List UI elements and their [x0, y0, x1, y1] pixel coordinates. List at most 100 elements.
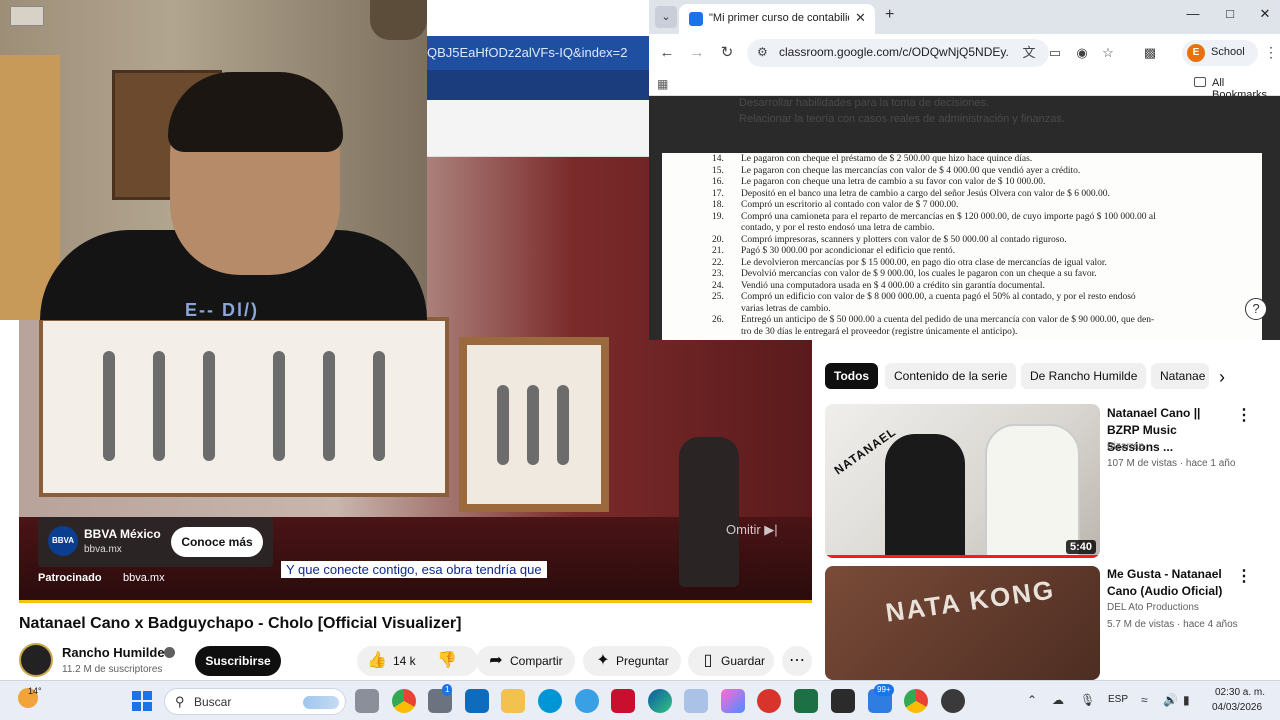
file-explorer-icon[interactable]: [501, 689, 525, 713]
help-icon[interactable]: ?: [1245, 298, 1267, 320]
suggestion-channel[interactable]: DEL Ato Productions: [1107, 602, 1199, 613]
task-view-icon[interactable]: [355, 689, 379, 713]
suggestion-channel[interactable]: Bizarrap: [1107, 441, 1144, 452]
edge-icon[interactable]: [648, 689, 672, 713]
document-item-number: 23.: [712, 269, 724, 279]
youtube-url-text: QBJ5EaHfODz2alVFs-IQ&index=2: [427, 45, 628, 60]
more-actions-button[interactable]: ⋯: [782, 646, 812, 676]
ask-button[interactable]: ✦ Preguntar: [583, 646, 681, 676]
address-bar[interactable]: ⚙ classroom.google.com/c/ODQwNjQ5NDEy...: [747, 39, 1049, 67]
capcut-icon[interactable]: [831, 689, 855, 713]
back-icon[interactable]: ←: [657, 43, 677, 63]
bookmark-star-icon[interactable]: ☆: [1100, 45, 1116, 61]
tab-search-chevron-icon[interactable]: ⌄: [655, 6, 677, 28]
windows-start-icon[interactable]: [132, 691, 152, 711]
chip-rancho-humilde[interactable]: De Rancho Humilde: [1021, 363, 1147, 389]
copilot-icon[interactable]: [721, 689, 745, 713]
microphone-icon[interactable]: 🎙: [1080, 693, 1095, 707]
clock-time[interactable]: 02:30 a. m.: [1215, 687, 1265, 698]
ad-url: bbva.mx: [84, 544, 122, 555]
install-app-icon[interactable]: ▭: [1047, 45, 1063, 61]
save-label: Guardar: [721, 654, 766, 668]
outlook-icon[interactable]: [465, 689, 489, 713]
suggestion-menu-icon[interactable]: ⋮: [1236, 566, 1252, 586]
webcam-overlay[interactable]: E-- Dl/): [0, 0, 427, 320]
obs-icon[interactable]: [941, 689, 965, 713]
lens-icon[interactable]: ◉: [1074, 45, 1090, 61]
subscribe-button[interactable]: Suscribirse: [195, 646, 281, 676]
like-icon[interactable]: 👍: [367, 651, 387, 671]
ad-progress-bar[interactable]: [19, 600, 812, 603]
onedrive-icon[interactable]: ☁: [1052, 693, 1064, 707]
volume-icon[interactable]: 🔊: [1163, 693, 1178, 707]
ad-sponsored-url[interactable]: bbva.mx: [123, 572, 165, 584]
like-count[interactable]: 14 k: [393, 646, 416, 676]
suggestion-title[interactable]: Me Gusta - Natanael Cano (Audio Oficial): [1107, 566, 1232, 600]
chrome-app-icon[interactable]: [392, 689, 416, 713]
chrome-profile-app-icon[interactable]: [904, 689, 928, 713]
channel-name[interactable]: Rancho Humilde: [62, 645, 165, 660]
chrome-window: ⌄ "Mi primer curso de contabilida ✕ + — …: [649, 0, 1280, 340]
mcafee-icon[interactable]: [611, 689, 635, 713]
ad-cta-button[interactable]: Conoce más: [171, 527, 263, 557]
tray-overflow-icon[interactable]: ⌃: [1027, 693, 1037, 707]
ad-sponsored-label: Patrocinado: [38, 572, 102, 584]
chrome-menu-icon[interactable]: ⋮: [1264, 44, 1278, 61]
excel-icon[interactable]: [794, 689, 818, 713]
ad-overlay[interactable]: BBVA BBVA México bbva.mx Conoce más: [38, 517, 273, 567]
document-item-text: Le devolvieron mercancías por $ 15 000.0…: [741, 257, 1107, 268]
thumbnail-figure-1: [885, 434, 965, 558]
forward-icon[interactable]: →: [687, 43, 707, 63]
minimize-icon[interactable]: —: [1183, 6, 1203, 21]
profile-avatar: E: [1187, 44, 1205, 62]
chip-natanael[interactable]: Natanae: [1151, 363, 1209, 389]
save-button[interactable]: ▯ Guardar: [688, 646, 774, 676]
suggestion-thumbnail[interactable]: NATA KONG: [825, 566, 1100, 680]
objective-bullet: Relacionar la teoría con casos reales de…: [739, 113, 1065, 125]
folder-icon: [1194, 77, 1206, 87]
scanned-document: 14. Le pagaron con cheque el préstamo de …: [662, 153, 1262, 340]
taskbar-search[interactable]: ⚲ Buscar: [164, 688, 346, 715]
extensions-icon[interactable]: ▩: [1142, 45, 1158, 61]
chip-todos[interactable]: Todos: [825, 363, 879, 389]
webcam-vent: [10, 6, 44, 26]
reload-icon[interactable]: ↻: [717, 43, 737, 63]
youtube-address-bar[interactable]: QBJ5EaHfODz2alVFs-IQ&index=2: [427, 36, 649, 70]
battery-icon[interactable]: ▮: [1183, 693, 1190, 707]
language-indicator[interactable]: ESP: [1108, 694, 1128, 705]
video-artwork-left: [39, 317, 449, 497]
weather-temperature: 14°: [28, 686, 42, 696]
classroom-content: Desarrollar habilidades para la toma de …: [649, 96, 1280, 340]
window-close-icon[interactable]: ✕: [1255, 6, 1275, 22]
hp-icon[interactable]: [538, 689, 562, 713]
clock-date[interactable]: 04/03/2026: [1212, 702, 1262, 713]
chevron-right-icon[interactable]: ›: [1219, 367, 1237, 387]
webcam-person-hair: [168, 72, 343, 152]
wifi-icon[interactable]: ≈: [1141, 693, 1148, 707]
new-tab-icon[interactable]: +: [885, 6, 894, 24]
document-item-text: contado, y por el resto endosó una letra…: [741, 223, 935, 233]
translate-icon[interactable]: 文: [1021, 45, 1037, 61]
pdf-icon[interactable]: [757, 689, 781, 713]
channel-avatar[interactable]: [19, 643, 53, 677]
edge-beta-icon[interactable]: [575, 689, 599, 713]
more-icon: ⋯: [789, 652, 805, 669]
maximize-icon[interactable]: □: [1220, 6, 1240, 21]
share-button[interactable]: ➦ Compartir: [476, 646, 575, 676]
apps-grid-icon[interactable]: ▦: [657, 77, 668, 91]
suggestion-menu-icon[interactable]: ⋮: [1236, 405, 1252, 425]
paint-icon[interactable]: [684, 689, 708, 713]
webcam-lamp: [370, 0, 427, 40]
dislike-icon[interactable]: 👎: [437, 651, 457, 671]
document-item-number: 19.: [712, 211, 724, 222]
document-item-text: Le pagaron con cheque una letra de cambi…: [741, 177, 1046, 187]
close-icon[interactable]: ✕: [855, 10, 866, 26]
chip-serie[interactable]: Contenido de la serie: [885, 363, 1017, 389]
profile-button[interactable]: E School: [1182, 40, 1258, 66]
suggestion-thumbnail[interactable]: NATANAEL 5:40: [825, 404, 1100, 558]
skip-ad-button[interactable]: Omitir ▶|: [726, 522, 778, 538]
suggestion-meta: 107 M de vistas · hace 1 año: [1107, 458, 1236, 469]
document-item-number: 14.: [712, 154, 724, 164]
site-info-icon[interactable]: ⚙: [757, 45, 768, 59]
tab-classroom[interactable]: "Mi primer curso de contabilida ✕: [679, 4, 875, 34]
